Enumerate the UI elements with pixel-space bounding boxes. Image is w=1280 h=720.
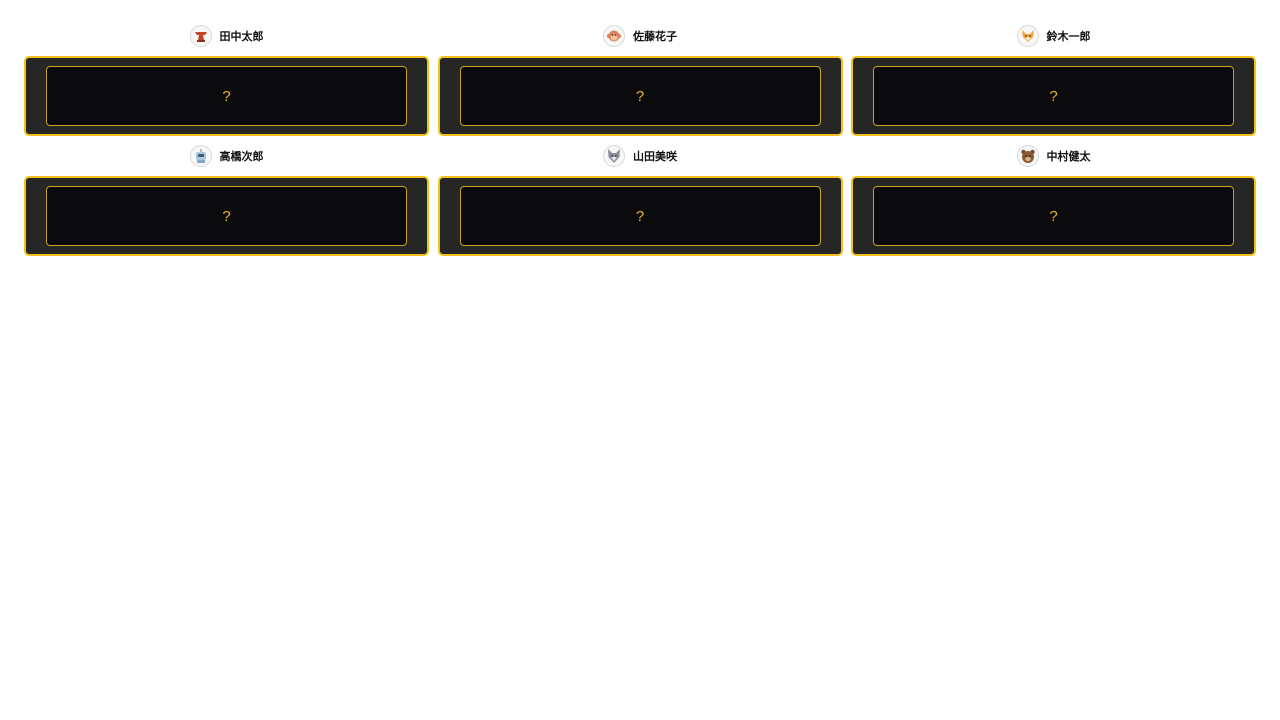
player-cell: 田中太郎 ? bbox=[24, 22, 429, 136]
player-name: 鈴木一郎 bbox=[1046, 30, 1091, 43]
vote-card[interactable]: ? bbox=[851, 56, 1256, 136]
vote-card-face: ? bbox=[46, 186, 407, 246]
vote-card[interactable]: ? bbox=[851, 176, 1256, 256]
player-cell: 鈴木一郎 ? bbox=[851, 22, 1256, 136]
vote-card-value: ? bbox=[1049, 87, 1058, 105]
player-cell: 中村健太 ? bbox=[851, 142, 1256, 256]
vote-card[interactable]: ? bbox=[437, 56, 843, 136]
player-name: 田中太郎 bbox=[219, 30, 264, 43]
fox-icon bbox=[1016, 25, 1039, 47]
player-grid: 田中太郎 ? 佐藤花子 ? 鈴木一郎 ? 高橋次郎 ? 山田美咲 ? 中村健太 … bbox=[24, 22, 1256, 256]
player-name: 中村健太 bbox=[1046, 150, 1091, 163]
player-name: 山田美咲 bbox=[633, 150, 677, 163]
player-name: 佐藤花子 bbox=[633, 30, 677, 43]
vote-card-value: ? bbox=[1049, 207, 1058, 225]
vote-card[interactable]: ? bbox=[24, 56, 429, 136]
player-header: 田中太郎 bbox=[189, 22, 264, 50]
wolf-icon bbox=[603, 145, 625, 167]
player-header: 山田美咲 bbox=[603, 142, 677, 170]
vote-card-value: ? bbox=[222, 87, 231, 105]
vote-card-value: ? bbox=[635, 87, 645, 105]
player-cell: 山田美咲 ? bbox=[437, 142, 843, 256]
vote-card-value: ? bbox=[635, 207, 645, 225]
vote-card-face: ? bbox=[873, 66, 1234, 126]
monkey-icon bbox=[603, 25, 625, 47]
anvil-icon bbox=[189, 25, 212, 47]
player-header: 中村健太 bbox=[1016, 142, 1091, 170]
player-header: 鈴木一郎 bbox=[1016, 22, 1091, 50]
vote-card-face: ? bbox=[459, 186, 821, 246]
vote-card-face: ? bbox=[873, 186, 1234, 246]
player-cell: 佐藤花子 ? bbox=[437, 22, 843, 136]
vote-card-value: ? bbox=[222, 207, 231, 225]
bear-icon bbox=[1016, 145, 1039, 167]
vote-card[interactable]: ? bbox=[437, 176, 843, 256]
player-header: 佐藤花子 bbox=[603, 22, 677, 50]
vote-card-face: ? bbox=[459, 66, 821, 126]
player-header: 高橋次郎 bbox=[189, 142, 264, 170]
player-name: 高橋次郎 bbox=[219, 150, 264, 163]
player-cell: 高橋次郎 ? bbox=[24, 142, 429, 256]
robot-icon bbox=[189, 145, 212, 167]
vote-card[interactable]: ? bbox=[24, 176, 429, 256]
vote-card-face: ? bbox=[46, 66, 407, 126]
